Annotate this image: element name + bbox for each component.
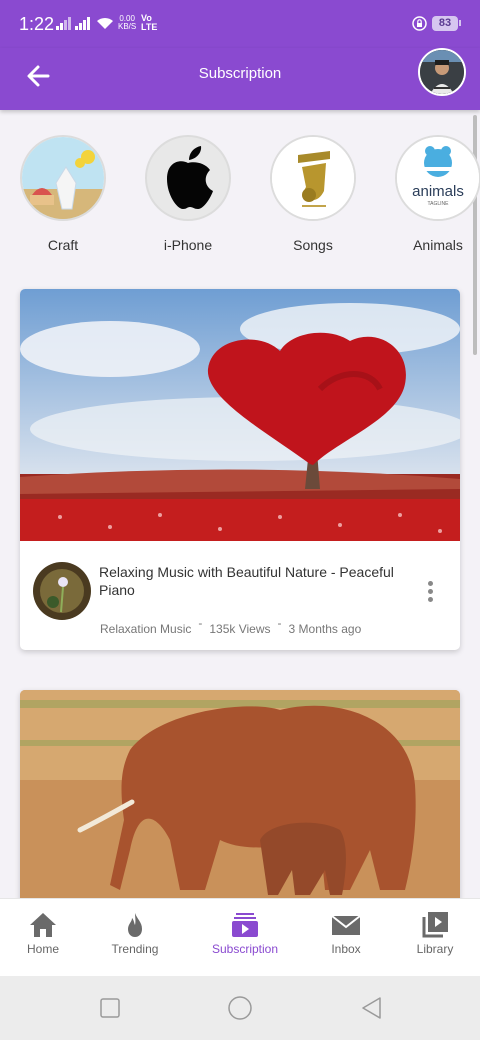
nav-trending[interactable]: Trending xyxy=(87,911,183,956)
view-count: 135k Views xyxy=(209,622,271,636)
battery-icon: 83 xyxy=(432,16,458,31)
signal-icon-2 xyxy=(75,17,90,30)
nav-home[interactable]: Home xyxy=(0,911,91,956)
upload-age: 3 Months ago xyxy=(288,622,362,636)
category-label: Animals xyxy=(413,237,463,253)
subscription-icon xyxy=(232,913,258,937)
channel-name[interactable]: Relaxation Music xyxy=(100,622,191,636)
net-speed: 0.00 KB/S xyxy=(118,14,137,31)
system-back-icon[interactable] xyxy=(360,996,382,1020)
nav-inbox[interactable]: Inbox xyxy=(298,911,394,956)
category-iphone[interactable]: i-Phone xyxy=(143,135,233,253)
category-songs-image xyxy=(270,135,356,221)
nav-label: Trending xyxy=(111,942,159,956)
mail-icon xyxy=(331,915,361,935)
category-animals[interactable]: animals TAGLINE Animals xyxy=(393,135,480,253)
category-craft[interactable]: Craft xyxy=(18,135,108,253)
nav-label: Subscription xyxy=(211,942,279,956)
system-navigation-bar xyxy=(0,976,480,1040)
video-thumbnail[interactable] xyxy=(20,690,460,930)
nav-label: Inbox xyxy=(331,942,361,956)
video-title[interactable]: Relaxing Music with Beautiful Nature - P… xyxy=(99,563,419,599)
nav-label: Home xyxy=(26,942,59,956)
wifi-icon xyxy=(97,17,113,29)
home-button-icon[interactable] xyxy=(228,996,252,1020)
profile-avatar[interactable] xyxy=(418,48,466,96)
category-label: Songs xyxy=(293,237,333,253)
svg-text:TAGLINE: TAGLINE xyxy=(427,201,449,207)
page-title: Subscription xyxy=(198,65,282,82)
volte-indicator: Vo LTE xyxy=(141,13,158,32)
status-time: 1:22 xyxy=(19,14,55,34)
status-bar: 1:22 0.00 KB/S Vo LTE 83 xyxy=(0,0,480,48)
category-row: Craft i-Phone Songs animals TAGLINE Anim… xyxy=(0,135,480,265)
apple-logo-icon xyxy=(167,146,213,209)
flame-icon xyxy=(128,913,142,937)
lock-rotation-icon xyxy=(412,16,427,31)
category-animals-image: animals TAGLINE xyxy=(395,135,480,221)
music-note-icon xyxy=(272,137,354,219)
avatar-photo xyxy=(420,50,464,94)
nav-label: Library xyxy=(416,942,454,956)
video-card[interactable]: Relaxing Music with Beautiful Nature - P… xyxy=(20,289,460,650)
channel-avatar[interactable] xyxy=(33,562,91,620)
recent-apps-icon[interactable] xyxy=(100,998,120,1018)
category-label: i-Phone xyxy=(163,237,213,253)
category-songs[interactable]: Songs xyxy=(268,135,358,253)
animals-logo-text: animals xyxy=(412,183,464,200)
library-icon xyxy=(422,912,448,938)
bottom-navigation: Home Trending Subscription Inbox Library xyxy=(0,898,480,976)
home-icon xyxy=(30,913,56,937)
nav-subscription[interactable]: Subscription xyxy=(197,911,293,956)
video-thumbnail[interactable] xyxy=(20,289,460,541)
category-label: Craft xyxy=(47,237,79,253)
video-card[interactable] xyxy=(20,690,460,930)
video-meta: Relaxation Music -135k Views -3 Months ago xyxy=(100,616,362,636)
category-iphone-image xyxy=(145,135,231,221)
signal-icon xyxy=(56,17,71,30)
nav-library[interactable]: Library xyxy=(387,911,480,956)
more-options-icon[interactable] xyxy=(420,579,440,605)
category-craft-image xyxy=(20,135,106,221)
app-bar: Subscription xyxy=(0,48,480,110)
